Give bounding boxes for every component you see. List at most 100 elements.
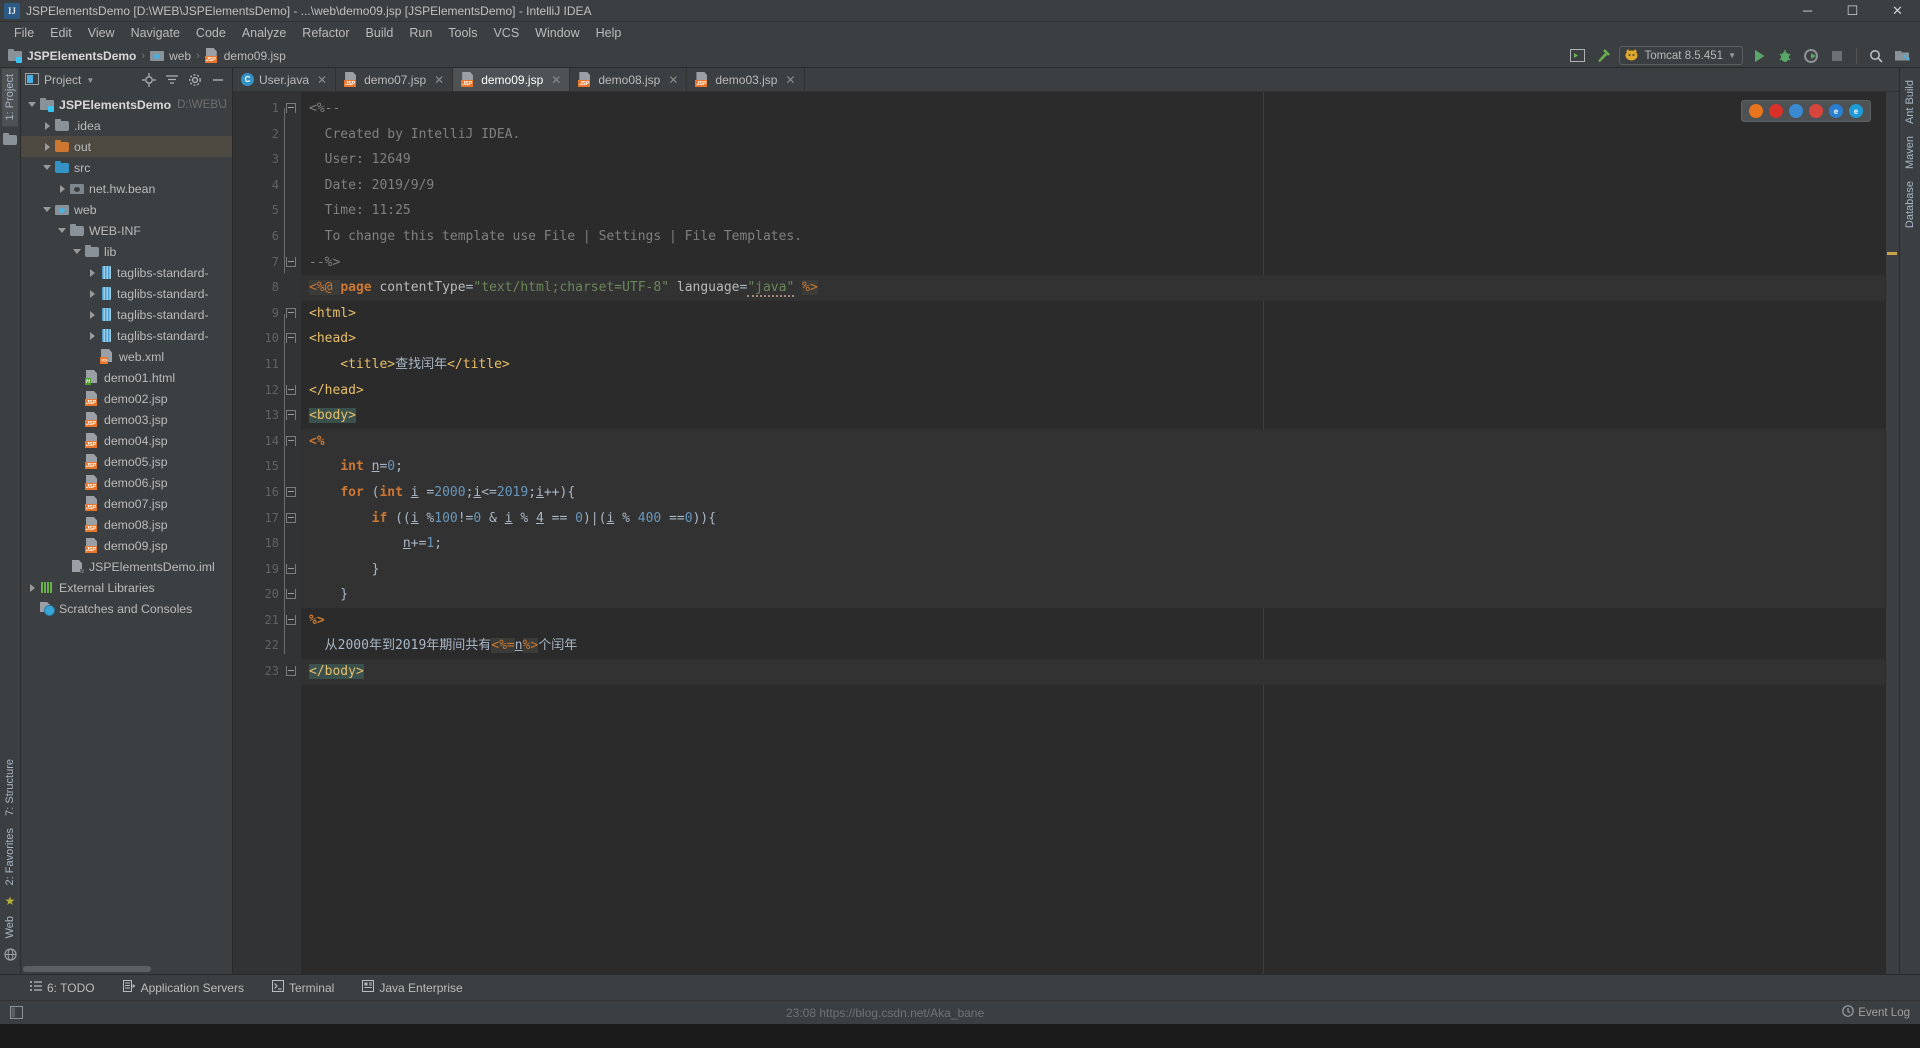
code-line[interactable]: n+=1;	[301, 531, 1885, 557]
tree-expand-arrow[interactable]	[72, 393, 83, 404]
line-number[interactable]: 14	[233, 429, 301, 455]
code-line[interactable]: 从2000年到2019年期间共有<%=n%>个闰年	[301, 633, 1885, 659]
line-number[interactable]: 15	[233, 454, 301, 480]
code-line[interactable]: To change this template use File | Setti…	[301, 224, 1885, 250]
code-line[interactable]: </body>	[301, 659, 1885, 685]
tree-node[interactable]: taglibs-standard-	[21, 325, 232, 346]
locate-icon[interactable]	[139, 70, 159, 90]
tool-tab-structure[interactable]: 7: Structure	[2, 753, 18, 822]
tree-expand-arrow[interactable]	[87, 267, 98, 278]
menu-build[interactable]: Build	[358, 24, 402, 42]
search-everywhere-icon[interactable]	[1866, 46, 1886, 66]
line-number[interactable]: 20	[233, 582, 301, 608]
fold-marker-icon[interactable]	[286, 666, 297, 677]
menu-run[interactable]: Run	[401, 24, 440, 42]
tree-node[interactable]: JSP demo02.jsp	[21, 388, 232, 409]
tool-tab-favorites[interactable]: 2: Favorites	[2, 822, 18, 891]
fold-marker-icon[interactable]	[286, 103, 297, 114]
tree-node[interactable]: JSP demo03.jsp	[21, 409, 232, 430]
line-number[interactable]: 6	[233, 224, 301, 250]
line-number[interactable]: 12	[233, 378, 301, 404]
editor-tab-demo09[interactable]: JSP demo09.jsp ✕	[453, 68, 571, 91]
tree-expand-arrow[interactable]	[42, 162, 53, 173]
tree-expand-arrow[interactable]	[57, 225, 68, 236]
edge-icon[interactable]: e	[1829, 104, 1843, 118]
collapse-all-icon[interactable]	[162, 70, 182, 90]
close-tab-icon[interactable]: ✕	[434, 74, 444, 86]
tree-node[interactable]: WEB-INF	[21, 220, 232, 241]
tree-expand-arrow[interactable]	[72, 498, 83, 509]
line-number[interactable]: 23	[233, 659, 301, 685]
marker-warning[interactable]	[1887, 252, 1897, 255]
tree-node[interactable]: JSP demo05.jsp	[21, 451, 232, 472]
project-tree[interactable]: JSPElementsDemo D:\WEB\J .idea out src net.hw…	[21, 92, 232, 963]
tree-expand-arrow[interactable]	[72, 456, 83, 467]
editor-tab-demo07[interactable]: JSP demo07.jsp ✕	[336, 68, 454, 91]
code-line[interactable]: int n=0;	[301, 454, 1885, 480]
line-number[interactable]: 1	[233, 96, 301, 122]
tool-button-terminal[interactable]: Terminal	[268, 978, 338, 997]
fold-marker-icon[interactable]	[286, 307, 297, 319]
tree-expand-arrow[interactable]	[42, 120, 53, 131]
line-number[interactable]: 22	[233, 633, 301, 659]
fold-marker-icon[interactable]	[286, 486, 297, 498]
tree-expand-arrow[interactable]	[42, 204, 53, 215]
ie-icon[interactable]: e	[1849, 104, 1863, 118]
tree-node[interactable]: JSPElementsDemo.iml	[21, 556, 232, 577]
project-panel-title-group[interactable]: Project ▼	[25, 72, 94, 88]
tree-node[interactable]: Scratches and Consoles	[21, 598, 232, 619]
tree-expand-arrow[interactable]	[27, 603, 38, 614]
code-line[interactable]: %>	[301, 608, 1885, 634]
scrollbar-thumb[interactable]	[23, 966, 151, 972]
fold-marker-icon[interactable]	[286, 435, 297, 447]
tree-node[interactable]: JSP demo04.jsp	[21, 430, 232, 451]
code-line[interactable]: Date: 2019/9/9	[301, 173, 1885, 199]
line-number[interactable]: 11	[233, 352, 301, 378]
tree-node[interactable]: out	[21, 136, 232, 157]
close-tab-icon[interactable]: ✕	[551, 74, 561, 86]
tree-expand-arrow[interactable]	[72, 477, 83, 488]
minimize-button[interactable]: ─	[1785, 0, 1830, 21]
code-line[interactable]: Time: 11:25	[301, 198, 1885, 224]
fold-marker-icon[interactable]	[286, 333, 297, 344]
line-number[interactable]: 21	[233, 608, 301, 634]
code-line[interactable]: }	[301, 556, 1885, 583]
tree-node[interactable]: JSP demo09.jsp	[21, 535, 232, 556]
menu-file[interactable]: File	[6, 24, 42, 42]
breadcrumb-project[interactable]: JSPElementsDemo	[5, 48, 139, 63]
menu-analyze[interactable]: Analyze	[234, 24, 294, 42]
line-number[interactable]: 2	[233, 122, 301, 148]
code-line[interactable]: <%@ page contentType="text/html;charset=…	[301, 275, 1885, 301]
tree-node[interactable]: net.hw.bean	[21, 178, 232, 199]
run-icon[interactable]	[1749, 46, 1769, 66]
code-line[interactable]: --%>	[301, 250, 1885, 276]
tree-expand-arrow[interactable]	[87, 288, 98, 299]
fold-marker-icon[interactable]	[286, 614, 297, 626]
line-number[interactable]: 18	[233, 531, 301, 557]
tool-button-java-enterprise[interactable]: Java Enterprise	[358, 978, 466, 997]
build-hammer-icon[interactable]	[1593, 46, 1613, 66]
fold-marker-icon[interactable]	[286, 384, 297, 396]
line-number[interactable]: 3	[233, 147, 301, 173]
line-number[interactable]: 5	[233, 198, 301, 224]
firefox-icon[interactable]	[1749, 104, 1763, 118]
tool-tab-database[interactable]: Database	[1902, 175, 1918, 234]
tree-node[interactable]: .idea	[21, 115, 232, 136]
menu-window[interactable]: Window	[527, 24, 587, 42]
close-tab-icon[interactable]: ✕	[317, 74, 327, 86]
tree-node[interactable]: External Libraries	[21, 577, 232, 598]
editor-area[interactable]: 1 2 3 4 5 6 7 8 9 10 11 12 13 14 15 16 17 18 19 20 21 22 23 <%…	[233, 92, 1899, 974]
line-number[interactable]: 19	[233, 557, 301, 583]
tree-node[interactable]: taglibs-standard-	[21, 304, 232, 325]
editor-tab-demo03[interactable]: JSP demo03.jsp ✕	[687, 68, 805, 91]
close-button[interactable]: ✕	[1875, 0, 1920, 21]
editor-tab-demo08[interactable]: JSP demo08.jsp ✕	[570, 68, 688, 91]
chrome-icon[interactable]	[1789, 104, 1803, 118]
tree-expand-arrow[interactable]	[72, 246, 83, 257]
code-line[interactable]: for (int i =2000;i<=2019;i++){	[301, 479, 1885, 506]
tool-button-application-servers[interactable]: Application Servers	[119, 978, 248, 997]
menu-code[interactable]: Code	[188, 24, 234, 42]
tree-expand-arrow[interactable]	[87, 351, 98, 362]
tree-expand-arrow[interactable]	[27, 99, 38, 110]
close-tab-icon[interactable]: ✕	[785, 74, 795, 86]
